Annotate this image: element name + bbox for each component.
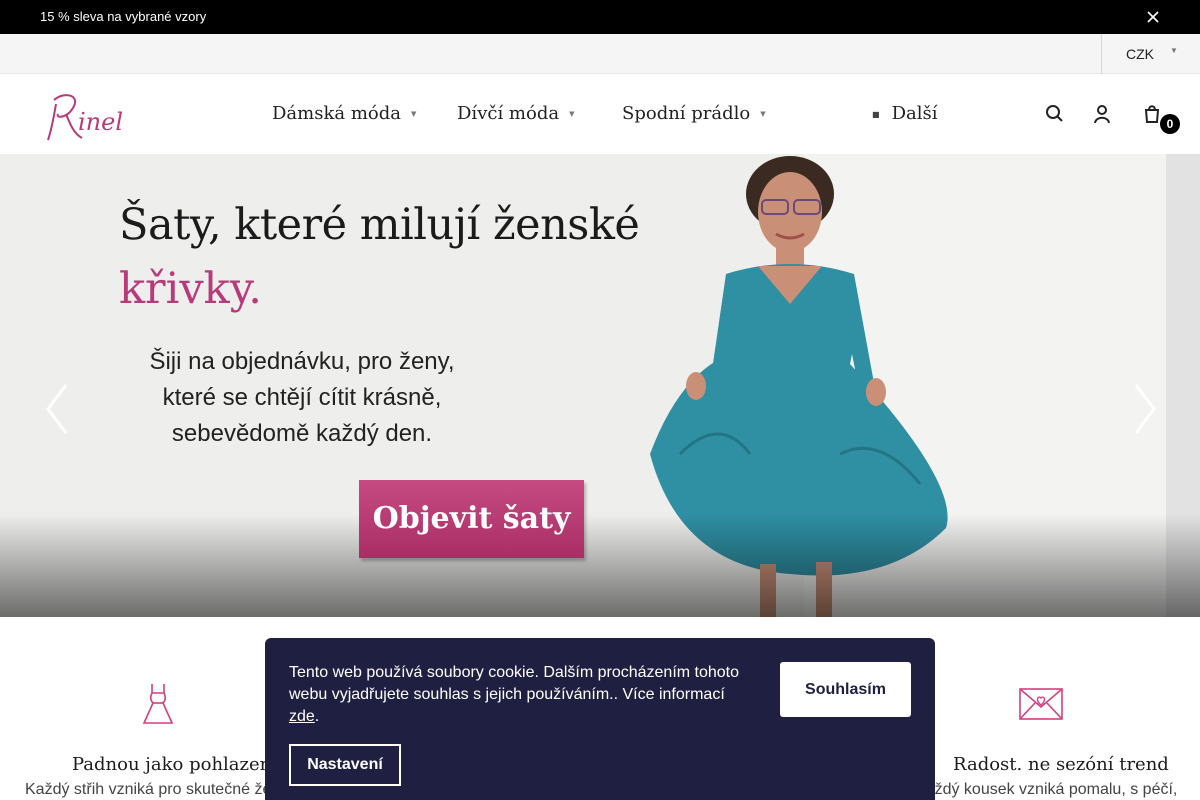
cookie-banner: Tento web používá soubory cookie. Dalším… — [265, 638, 935, 800]
site-header: inel Dámská móda ▼ Dívčí móda ▼ Spodní prá… — [0, 74, 1200, 154]
chevron-down-icon: ▼ — [569, 110, 575, 118]
nav-item-divci-moda[interactable]: Dívčí móda ▼ — [457, 103, 574, 124]
nav-item-damska-moda[interactable]: Dámská móda ▼ — [272, 103, 416, 124]
hero-subtitle-line: Šiji na objednávku, pro ženy, — [149, 348, 455, 375]
chevron-right-icon[interactable] — [1132, 381, 1158, 437]
search-icon[interactable] — [1044, 102, 1064, 126]
feature-title: Padnou jako pohlazení — [72, 754, 278, 775]
logo[interactable]: inel — [40, 86, 130, 144]
chevron-left-icon[interactable] — [44, 381, 70, 437]
hero-banner: Šaty, které milují ženské křivky. Šiji n… — [0, 154, 1200, 617]
user-icon[interactable] — [1092, 102, 1112, 126]
close-icon[interactable] — [1146, 10, 1160, 24]
chevron-down-icon: ▼ — [760, 110, 766, 118]
nav-label: Spodní prádlo — [622, 103, 751, 124]
hero-title: Šaty, které milují ženské — [119, 200, 640, 250]
cookie-text-end: . — [314, 708, 320, 725]
cart-count-badge: 0 — [1160, 114, 1180, 134]
nav-label: Dívčí móda — [457, 103, 560, 124]
cart-icon[interactable] — [1142, 102, 1162, 126]
chevron-down-icon: ▼ — [1170, 46, 1178, 55]
hero-subtitle-line: které se chtějí cítit krásně, — [162, 384, 442, 411]
announcement-text: 15 % sleva na vybrané vzory — [40, 9, 207, 24]
hero-gradient-overlay — [0, 514, 1200, 617]
cookie-message: Tento web používá soubory cookie. Dalším… — [289, 662, 759, 728]
feature-description: Každý kousek vzniká pomalu, s péčí, — [915, 781, 1178, 798]
currency-selector[interactable]: CZK ▼ — [1101, 34, 1200, 74]
cookie-accept-button[interactable]: Souhlasím — [780, 662, 911, 717]
cookie-more-info-link[interactable]: zde — [289, 708, 315, 725]
nav-label: Další — [891, 103, 938, 124]
currency-label: CZK — [1126, 46, 1154, 62]
svg-text:inel: inel — [78, 108, 123, 136]
feature-description: Každý střih vzniká pro skutečné ženy — [25, 781, 289, 798]
hero-cta-button[interactable]: Objevit šaty — [359, 480, 584, 558]
hero-subtitle-line: sebevědomě každý den. — [171, 420, 433, 447]
chevron-down-icon: ▼ — [411, 110, 417, 118]
feature-title: Radost. ne sezóní trend — [953, 754, 1169, 775]
cookie-text: Tento web používá soubory cookie. Dalším… — [289, 664, 740, 703]
nav-label: Dámská móda — [272, 103, 401, 124]
dress-icon — [142, 684, 174, 724]
hero-subtitle: Šiji na objednávku, pro ženy, které se c… — [132, 344, 472, 452]
announcement-bar: 15 % sleva na vybrané vzory — [0, 0, 1200, 34]
envelope-heart-icon — [1019, 688, 1063, 720]
hero-title-accent: křivky. — [119, 264, 262, 314]
nav-item-dalsi[interactable]: ■ Další — [872, 103, 937, 124]
menu-icon: ■ — [872, 109, 880, 119]
nav-item-spodni-pradlo[interactable]: Spodní prádlo ▼ — [622, 103, 766, 124]
cookie-settings-button[interactable]: Nastavení — [289, 744, 401, 786]
top-bar: CZK ▼ — [0, 34, 1200, 74]
